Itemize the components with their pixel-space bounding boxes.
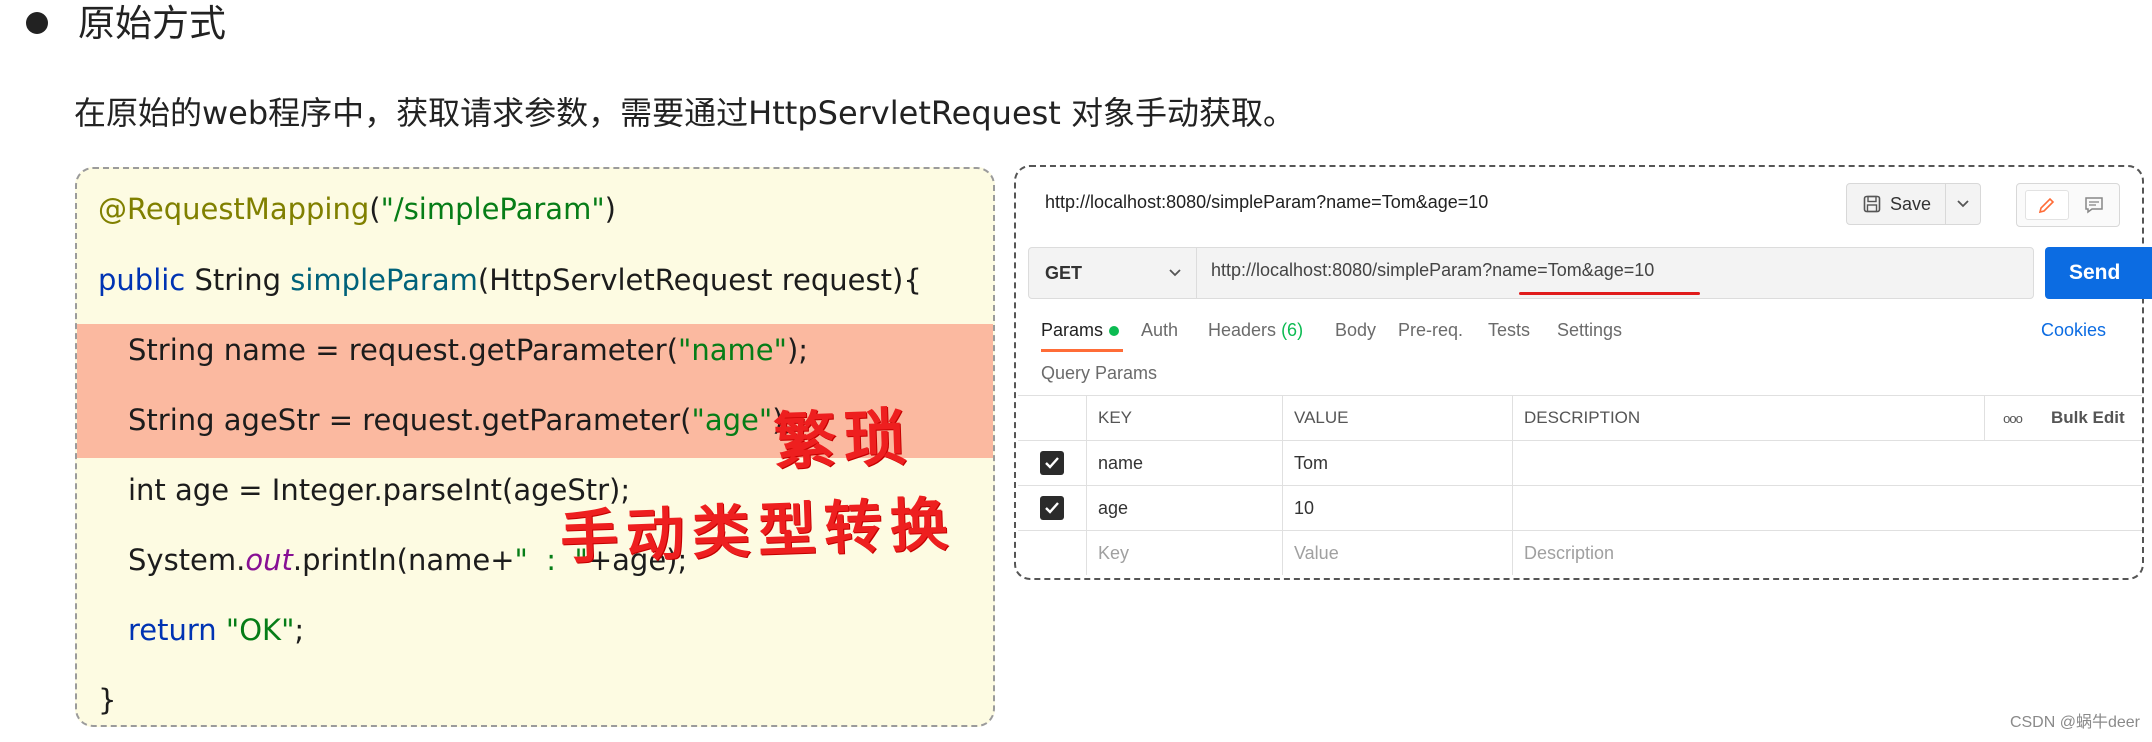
- value-placeholder[interactable]: Value: [1282, 531, 1512, 575]
- column-header-value: VALUE: [1282, 396, 1512, 440]
- code-line-2: public String simpleParam(HttpServletReq…: [98, 260, 922, 300]
- string-token: "/simpleParam": [380, 192, 605, 226]
- keyword-token: return: [128, 613, 217, 647]
- param-value-cell[interactable]: Tom: [1282, 441, 1512, 485]
- headers-count: (6): [1281, 320, 1304, 340]
- request-bar: GET http://localhost:8080/simpleParam?na…: [1028, 247, 2034, 299]
- query-params-title: Query Params: [1041, 363, 1158, 383]
- method-select[interactable]: GET: [1029, 248, 1197, 298]
- column-header-key: KEY: [1086, 396, 1282, 440]
- tab-settings[interactable]: Settings: [1557, 320, 1622, 341]
- view-toggle-group: [2016, 183, 2120, 227]
- save-dropdown-button[interactable]: [1945, 184, 1980, 224]
- chevron-down-icon: [1169, 269, 1181, 277]
- checkbox-checked[interactable]: [1040, 451, 1064, 475]
- annotation-manual-conversion: 手动类型转换: [558, 490, 958, 572]
- method-name-token: simpleParam: [290, 263, 478, 297]
- tab-params-label: Params: [1041, 320, 1104, 340]
- paren-close: ): [604, 192, 616, 226]
- signature-rest: (HttpServletRequest request){: [477, 263, 922, 297]
- table-row: name Tom: [1018, 441, 2142, 486]
- code-text: System.: [128, 543, 246, 577]
- code-text: String name = request.getParameter(: [128, 333, 679, 367]
- code-text: );: [786, 333, 809, 367]
- empty-checkbox-cell: [1018, 531, 1086, 575]
- send-button[interactable]: Send: [2045, 247, 2152, 299]
- code-line-5: int age = Integer.parseInt(ageStr);: [128, 473, 631, 507]
- string-token: "OK": [225, 613, 295, 647]
- table-header-row: KEY VALUE DESCRIPTION ooo Bulk Edit: [1018, 396, 2142, 441]
- key-placeholder[interactable]: Key: [1086, 531, 1282, 575]
- comments-button[interactable]: [2075, 190, 2113, 220]
- params-table: KEY VALUE DESCRIPTION ooo Bulk Edit name…: [1018, 395, 2142, 575]
- code-text: .println(name+: [292, 543, 515, 577]
- tab-headers-label: Headers: [1208, 320, 1277, 340]
- save-label: Save: [1890, 193, 1932, 214]
- comment-icon: [2085, 197, 2103, 214]
- code-line-3: String name = request.getParameter("name…: [128, 330, 808, 370]
- tab-body[interactable]: Body: [1335, 320, 1376, 341]
- more-options-button[interactable]: ooo: [1984, 396, 2040, 440]
- type-token: String: [185, 263, 291, 297]
- pencil-icon: [2038, 197, 2055, 214]
- code-text: ;: [294, 613, 305, 647]
- cookies-link[interactable]: Cookies: [2041, 320, 2106, 341]
- active-tab-underline: [1041, 349, 1123, 352]
- annotation-tedious: 繁琐: [772, 400, 916, 479]
- static-field-token: out: [245, 543, 293, 577]
- send-label: Send: [2069, 261, 2121, 284]
- edit-mode-button[interactable]: [2025, 190, 2069, 220]
- tab-headers[interactable]: Headers (6): [1208, 320, 1303, 341]
- row-checkbox[interactable]: [1018, 441, 1086, 485]
- table-row: age 10: [1018, 486, 2142, 531]
- request-title: http://localhost:8080/simpleParam?name=T…: [1045, 192, 1489, 212]
- bullet-dot: [26, 12, 48, 34]
- paren-open: (: [369, 192, 381, 226]
- keyword-token: public: [98, 263, 186, 297]
- row-checkbox[interactable]: [1018, 486, 1086, 530]
- chevron-down-icon: [1957, 200, 1969, 208]
- save-icon: [1863, 195, 1881, 213]
- intro-text: 在原始的web程序中，获取请求参数，需要通过HttpServletRequest…: [74, 94, 1296, 132]
- param-key-cell[interactable]: name: [1086, 441, 1282, 485]
- table-row-empty: Key Value Description: [1018, 531, 2142, 575]
- tab-tests[interactable]: Tests: [1488, 320, 1530, 341]
- code-text: String ageStr = request.getParameter(: [128, 403, 692, 437]
- code-line-7: return "OK";: [128, 610, 304, 650]
- query-underline-mark: [1519, 292, 1700, 295]
- param-description-cell[interactable]: [1512, 441, 1984, 485]
- url-input[interactable]: http://localhost:8080/simpleParam?name=T…: [1211, 260, 1654, 281]
- param-value-cell[interactable]: 10: [1282, 486, 1512, 530]
- string-token: "age": [691, 403, 773, 437]
- method-label: GET: [1045, 262, 1083, 283]
- more-options-icon: ooo: [2003, 410, 2023, 426]
- tab-params[interactable]: Params: [1041, 320, 1120, 341]
- params-active-dot: [1109, 326, 1120, 337]
- param-key-cell[interactable]: age: [1086, 486, 1282, 530]
- code-line-4: String ageStr = request.getParameter("ag…: [128, 400, 793, 440]
- checkbox-checked[interactable]: [1040, 496, 1064, 520]
- column-header-description: DESCRIPTION: [1512, 396, 1984, 440]
- check-icon: [1045, 502, 1059, 514]
- annotation-token: @RequestMapping: [98, 192, 370, 226]
- description-placeholder[interactable]: Description: [1512, 531, 1984, 575]
- postman-panel: http://localhost:8080/simpleParam?name=T…: [1014, 165, 2152, 580]
- checkbox-header: [1018, 396, 1086, 440]
- check-icon: [1045, 457, 1059, 469]
- string-token: "name": [678, 333, 787, 367]
- tab-prereq[interactable]: Pre-req.: [1398, 320, 1463, 341]
- param-description-cell[interactable]: [1512, 486, 1984, 530]
- save-button[interactable]: Save: [1846, 183, 1981, 225]
- code-line-8: }: [98, 683, 117, 717]
- watermark: CSDN @蜗牛deer: [2009, 714, 2140, 731]
- code-line-1: @RequestMapping("/simpleParam"): [98, 189, 616, 229]
- section-heading: 原始方式: [78, 2, 226, 45]
- bulk-edit-button[interactable]: Bulk Edit: [2040, 396, 2142, 440]
- tab-auth[interactable]: Auth: [1141, 320, 1178, 341]
